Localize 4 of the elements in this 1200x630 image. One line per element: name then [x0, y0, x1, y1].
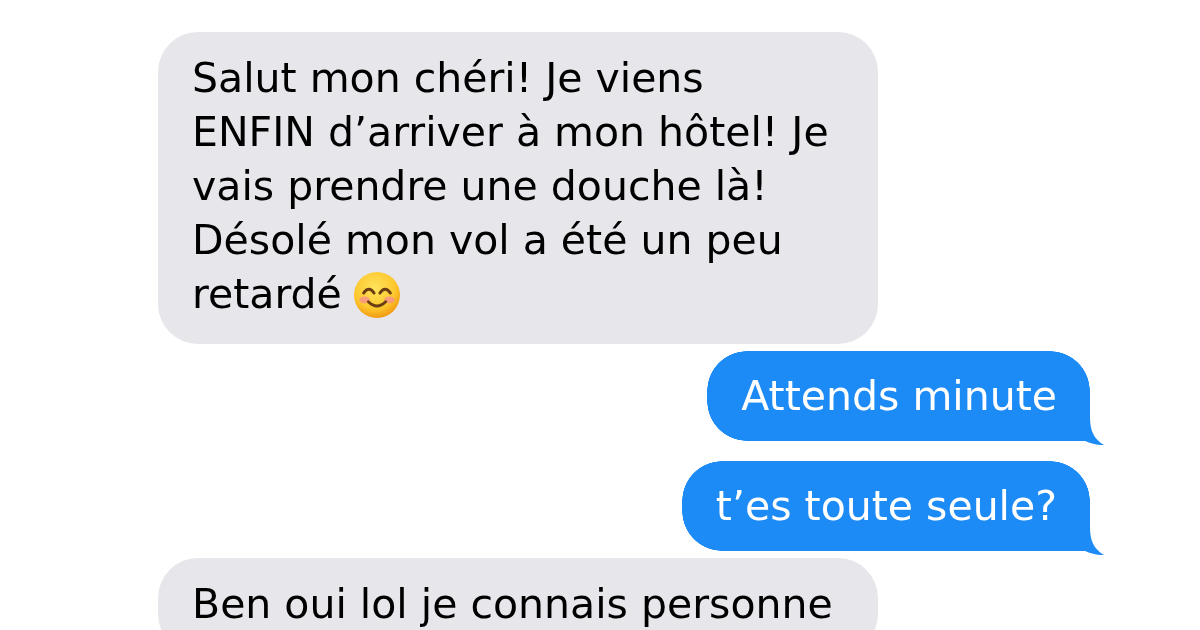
message-text: Ben oui lol je connais personne: [192, 580, 833, 628]
message-text: t’es toute seule?: [715, 482, 1057, 530]
message-text: Attends minute: [741, 372, 1057, 420]
message-text: Salut mon chéri! Je viens ENFIN d’arriver à mon hôtel! Je vais prendre une douche là! Désolé mon vol a été un peu retardé: [192, 54, 829, 318]
